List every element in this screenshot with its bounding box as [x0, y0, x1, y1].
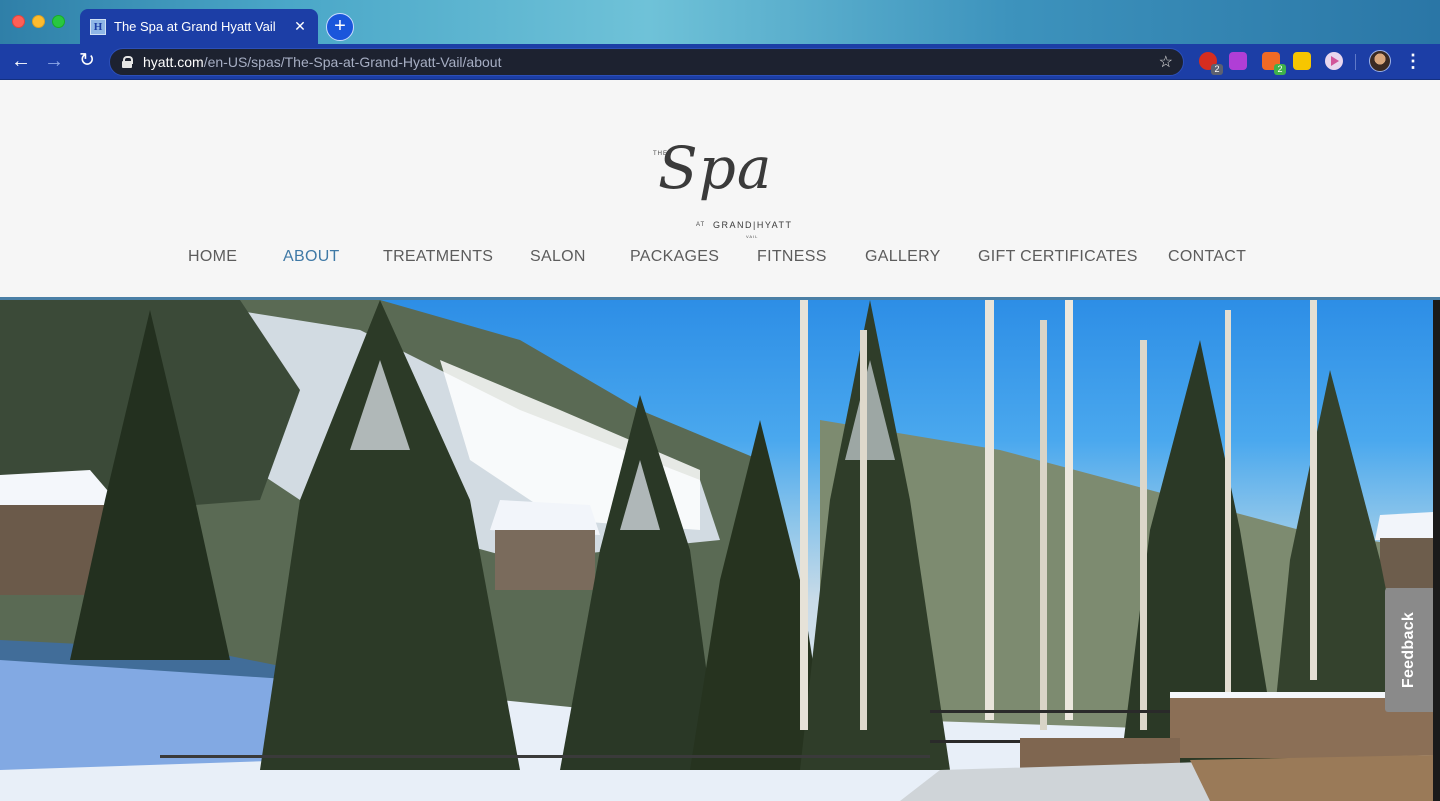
- hyatt-favicon-icon: H: [90, 18, 106, 35]
- site-header: THE Spa AT GRAND|HYATT VAIL HOME ABOUT T…: [0, 80, 1440, 298]
- tab-strip: H The Spa at Grand Hyatt Vail ✕ +: [0, 0, 1440, 44]
- lock-icon: [122, 56, 133, 68]
- main-navigation: HOME ABOUT TREATMENTS SALON PACKAGES FIT…: [0, 248, 1440, 272]
- close-window-button[interactable]: [12, 15, 25, 28]
- extension-badge: 2: [1274, 64, 1286, 75]
- toolbar-divider: [1355, 54, 1356, 70]
- back-arrow-icon[interactable]: ←: [9, 50, 33, 74]
- maximize-window-button[interactable]: [52, 15, 65, 28]
- nav-gift-certificates[interactable]: GIFT CERTIFICATES: [978, 248, 1138, 266]
- close-tab-icon[interactable]: ✕: [292, 18, 308, 35]
- browser-toolbar: ← → ↻ hyatt.com/en-US/spas/The-Spa-at-Gr…: [0, 44, 1440, 80]
- nav-home[interactable]: HOME: [188, 248, 237, 266]
- play-icon: [1331, 56, 1339, 66]
- logo-spa: Spa: [658, 134, 773, 202]
- url-domain: hyatt.com: [143, 54, 204, 70]
- profile-avatar[interactable]: [1369, 50, 1391, 72]
- extension-5-icon[interactable]: [1325, 52, 1343, 70]
- new-tab-button[interactable]: +: [326, 13, 354, 41]
- logo-at: AT: [696, 222, 706, 228]
- browser-tab-active[interactable]: H The Spa at Grand Hyatt Vail ✕: [80, 9, 318, 44]
- hero-scene-illustration: [0, 300, 1433, 801]
- nav-contact[interactable]: CONTACT: [1168, 248, 1246, 266]
- spa-logo[interactable]: THE Spa AT GRAND|HYATT VAIL: [640, 134, 794, 244]
- logo-vail: VAIL: [746, 234, 759, 239]
- tab-title: The Spa at Grand Hyatt Vail: [114, 19, 276, 34]
- nav-about[interactable]: ABOUT: [283, 248, 340, 266]
- extension-4-icon[interactable]: [1293, 52, 1311, 70]
- logo-grand-hyatt: GRAND|HYATT: [713, 220, 793, 230]
- hero-image: [0, 300, 1433, 801]
- nav-salon[interactable]: SALON: [530, 248, 586, 266]
- window-edge: [1433, 300, 1440, 801]
- bookmark-star-icon[interactable]: ☆: [1159, 52, 1173, 72]
- reload-icon[interactable]: ↻: [75, 50, 99, 74]
- feedback-tab[interactable]: Feedback: [1385, 588, 1433, 712]
- feedback-label: Feedback: [1400, 611, 1417, 689]
- nav-fitness[interactable]: FITNESS: [757, 248, 827, 266]
- nav-gallery[interactable]: GALLERY: [865, 248, 941, 266]
- extension-2-icon[interactable]: [1229, 52, 1247, 70]
- extension-3-icon[interactable]: 2: [1262, 52, 1286, 75]
- address-bar[interactable]: hyatt.com/en-US/spas/The-Spa-at-Grand-Hy…: [109, 48, 1184, 76]
- browser-menu-icon[interactable]: ⋮: [1404, 51, 1422, 71]
- forward-arrow-icon[interactable]: →: [42, 50, 66, 74]
- minimize-window-button[interactable]: [32, 15, 45, 28]
- url-path: /en-US/spas/The-Spa-at-Grand-Hyatt-Vail/…: [203, 54, 502, 70]
- url-text: hyatt.com/en-US/spas/The-Spa-at-Grand-Hy…: [143, 54, 501, 70]
- extension-badge: 2: [1211, 64, 1223, 75]
- nav-treatments[interactable]: TREATMENTS: [383, 248, 493, 266]
- extension-1-icon[interactable]: 2: [1199, 52, 1223, 75]
- nav-packages[interactable]: PACKAGES: [630, 248, 719, 266]
